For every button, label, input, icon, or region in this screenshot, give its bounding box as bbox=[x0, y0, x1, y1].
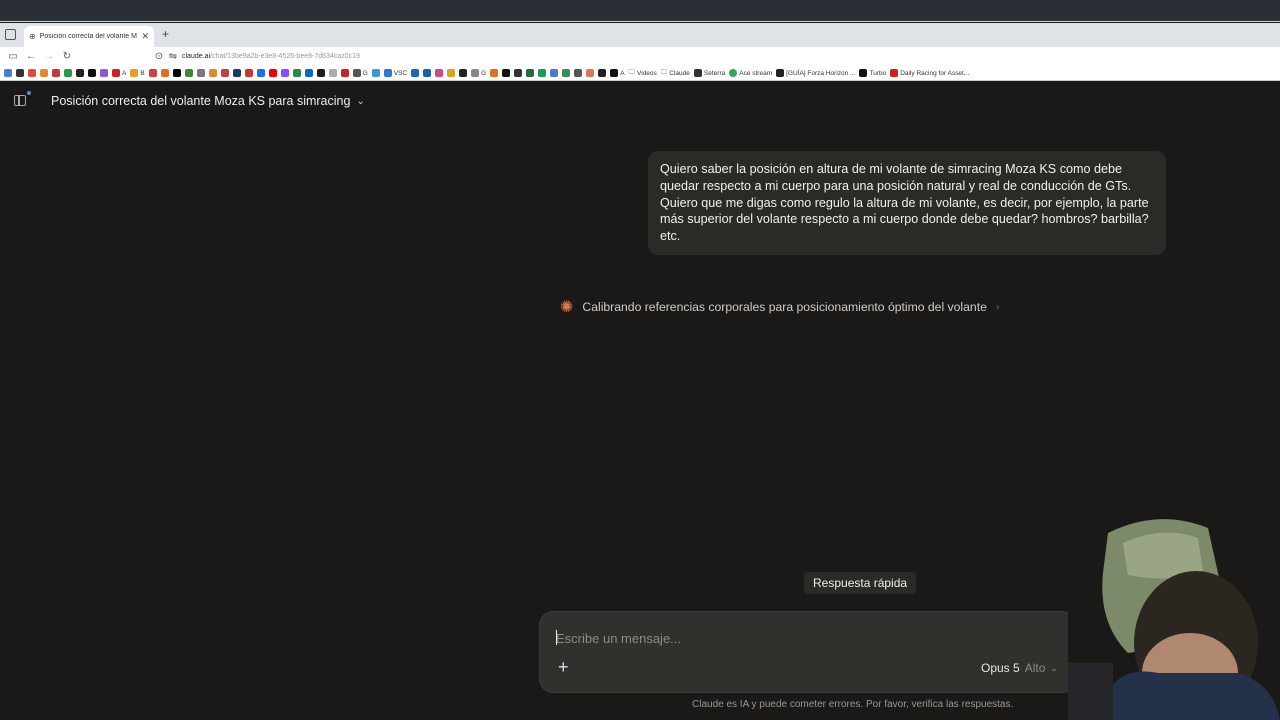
bookmark-icon[interactable] bbox=[244, 69, 253, 77]
bookmark-icon[interactable] bbox=[316, 69, 325, 77]
bookmark-b[interactable]: B bbox=[130, 69, 145, 77]
bookmark-icon[interactable] bbox=[411, 69, 420, 77]
folder-icon: 🗀 bbox=[660, 68, 668, 76]
bookmark-icon[interactable] bbox=[292, 69, 301, 77]
webcam-feed-image bbox=[1068, 513, 1280, 720]
chat-title-button[interactable]: Posición correcta del volante Moza KS pa… bbox=[51, 94, 365, 108]
bookmark-r-a[interactable]: A bbox=[610, 69, 625, 77]
forward-arrow-icon[interactable]: → bbox=[40, 51, 58, 62]
bookmark-icon[interactable] bbox=[232, 69, 241, 77]
effort-level: Alto bbox=[1024, 661, 1046, 675]
close-icon[interactable]: ✕ bbox=[141, 31, 149, 42]
model-name: Opus 5 bbox=[981, 661, 1020, 675]
site-info-icon[interactable]: ⊙ bbox=[150, 51, 168, 62]
bookmark-daily-racing[interactable]: Daily Racing for Asset... bbox=[890, 69, 969, 77]
bookmark-icon[interactable] bbox=[328, 69, 337, 77]
bookmark-icon[interactable] bbox=[76, 69, 84, 77]
bookmark-icon[interactable] bbox=[256, 69, 265, 77]
bookmark-g[interactable]: G bbox=[471, 69, 486, 77]
bookmark-icon[interactable] bbox=[371, 69, 380, 77]
bookmark-a[interactable]: A bbox=[112, 69, 126, 77]
thinking-status-label: Calibrando referencias corporales para p… bbox=[582, 300, 987, 314]
text-caret bbox=[556, 630, 557, 645]
bookmark-turbo[interactable]: Turbo bbox=[859, 69, 886, 77]
bookmark-icon[interactable] bbox=[586, 69, 595, 77]
bookmark-icon[interactable] bbox=[423, 69, 432, 77]
bookmark-icon[interactable] bbox=[447, 69, 456, 77]
sidebar-panel-icon[interactable]: ▭ bbox=[4, 51, 22, 62]
reload-icon[interactable]: ↻ bbox=[58, 51, 76, 62]
bookmark-folder-claude[interactable]: 🗀 Claude bbox=[661, 68, 690, 79]
bookmark-icon[interactable] bbox=[208, 69, 217, 77]
back-arrow-icon[interactable]: ← bbox=[22, 51, 40, 62]
bookmark-icon[interactable] bbox=[490, 69, 499, 77]
chevron-right-icon: › bbox=[995, 301, 1000, 313]
url-field[interactable]: claude.ai/chat/13be9a2b-e3e8-4526-bee8-7… bbox=[182, 53, 360, 60]
quick-response-tooltip: Respuesta rápida bbox=[804, 572, 917, 594]
tune-icon[interactable]: ⇋ bbox=[168, 51, 178, 62]
bookmark-icon[interactable] bbox=[172, 69, 181, 77]
bookmark-icon[interactable] bbox=[435, 69, 444, 77]
bookmark-icon[interactable] bbox=[502, 69, 511, 77]
user-message-bubble: Quiero saber la posición en altura de mi… bbox=[648, 151, 1166, 255]
bookmark-icon[interactable] bbox=[196, 69, 205, 77]
bookmark-icon[interactable] bbox=[88, 69, 96, 77]
message-composer: + Opus 5 Alto ⌄ bbox=[539, 611, 1076, 693]
chevron-down-icon: ⌄ bbox=[1050, 662, 1058, 673]
sidebar-toggle-icon[interactable] bbox=[14, 95, 26, 106]
add-attachment-button[interactable]: + bbox=[558, 657, 569, 678]
bookmark-icon[interactable] bbox=[148, 69, 157, 77]
message-input[interactable] bbox=[556, 628, 1056, 648]
bookmark-icon[interactable] bbox=[562, 69, 571, 77]
bookmark-forza-guide[interactable]: [GUÍA] Forza Horizon ... bbox=[776, 69, 855, 77]
new-tab-icon[interactable]: + bbox=[162, 27, 169, 41]
bookmark-icon[interactable] bbox=[550, 69, 559, 77]
bookmark-vsc[interactable]: VSC bbox=[383, 69, 407, 77]
notification-dot bbox=[27, 91, 31, 95]
chevron-down-icon: ⌄ bbox=[356, 95, 365, 107]
bookmark-icon[interactable] bbox=[184, 69, 193, 77]
page-title: Posición correcta del volante Moza KS pa… bbox=[51, 94, 351, 108]
webcam-overlay bbox=[1068, 513, 1280, 720]
tab-menu-icon[interactable] bbox=[5, 29, 16, 40]
bookmark-seterra[interactable]: Seterra bbox=[693, 69, 725, 77]
globe-icon: ⊕ bbox=[29, 32, 36, 41]
os-top-strip bbox=[0, 0, 1280, 22]
browser-tab-active[interactable]: ⊕ Posición correcta del volante Moza KS … bbox=[24, 26, 154, 47]
thinking-status[interactable]: ✺ Calibrando referencias corporales para… bbox=[560, 297, 999, 317]
folder-icon: 🗀 bbox=[628, 68, 636, 76]
bookmark-icon[interactable] bbox=[526, 69, 535, 77]
bookmark-icon[interactable] bbox=[28, 69, 36, 77]
bookmark-icon[interactable] bbox=[52, 69, 60, 77]
bookmark-icon[interactable] bbox=[598, 69, 607, 77]
bookmark-icon[interactable] bbox=[538, 69, 547, 77]
bookmark-icon[interactable] bbox=[64, 69, 72, 77]
bookmark-ace-stream[interactable]: Ace stream bbox=[729, 69, 772, 77]
model-selector[interactable]: Opus 5 Alto ⌄ bbox=[981, 661, 1058, 675]
bookmark-icon[interactable] bbox=[304, 69, 313, 77]
bookmark-icon[interactable] bbox=[40, 69, 48, 77]
bookmarks-bar: A B G VSC G A 🗀 Videos 🗀 Claude Seterra Ac… bbox=[0, 66, 1280, 81]
bookmark-icon[interactable] bbox=[160, 69, 169, 77]
bookmark-icon[interactable] bbox=[16, 69, 24, 77]
bookmark-icon[interactable] bbox=[514, 69, 523, 77]
bookmark-icon[interactable] bbox=[220, 69, 229, 77]
bookmark-icon[interactable] bbox=[4, 69, 12, 77]
address-bar: ▭ ← → ↻ ⊙ ⇋ claude.ai/chat/13be9a2b-e3e8… bbox=[0, 47, 1280, 66]
bookmark-icon[interactable] bbox=[340, 69, 349, 77]
bookmark-icon[interactable] bbox=[268, 69, 277, 77]
footer-disclaimer: Claude es IA y puede cometer errores. Po… bbox=[692, 699, 1014, 710]
claude-spark-icon: ✺ bbox=[560, 299, 574, 316]
bookmark-icon[interactable] bbox=[574, 69, 583, 77]
bookmark-tvs[interactable]: G bbox=[352, 69, 368, 77]
browser-tab-bar: ⊕ Posición correcta del volante Moza KS … bbox=[0, 23, 1280, 47]
bookmark-folder-videos[interactable]: 🗀 Videos bbox=[629, 68, 657, 79]
bookmark-icon[interactable] bbox=[280, 69, 289, 77]
bookmark-icon[interactable] bbox=[459, 69, 468, 77]
bookmark-icon[interactable] bbox=[100, 69, 108, 77]
tab-title: Posición correcta del volante Moza KS pa… bbox=[39, 33, 138, 40]
